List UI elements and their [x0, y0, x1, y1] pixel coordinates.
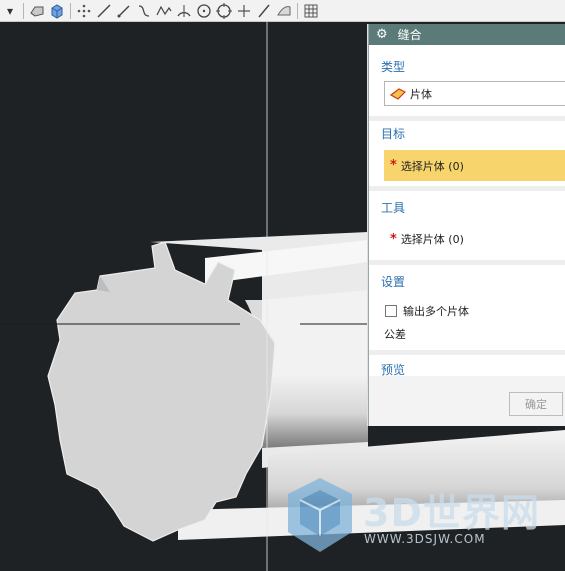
table-grid-icon[interactable] [301, 1, 321, 21]
line-icon[interactable] [254, 1, 274, 21]
section-divider [369, 186, 565, 191]
checkbox-box[interactable] [385, 305, 397, 317]
point-set-icon[interactable] [74, 1, 94, 21]
section-divider [369, 350, 565, 355]
line-icon[interactable] [114, 1, 134, 21]
tool-select-sheet[interactable]: * 选择片体 (0) [384, 224, 565, 254]
toolbar: ▾ [0, 0, 565, 22]
curve-feature-icon[interactable] [274, 1, 294, 21]
section-divider [369, 116, 565, 121]
output-multiple-sheets-checkbox[interactable]: 输出多个片体 [385, 303, 469, 319]
tool-selection-label: 选择片体 (0) [400, 233, 464, 246]
dialog-title: 缝合 [397, 28, 422, 42]
spline-icon[interactable] [134, 1, 154, 21]
toolbar-separator [297, 2, 298, 19]
target-selection-label: 选择片体 (0) [400, 159, 464, 173]
cube-icon[interactable] [47, 1, 67, 21]
required-asterisk-icon: * [390, 158, 397, 173]
dialog-title-bar[interactable]: ⚙ 缝合 [369, 24, 565, 45]
tolerance-label: 公差 [384, 328, 406, 341]
arc-icon[interactable] [174, 1, 194, 21]
type-section-heading[interactable]: 类型 [381, 58, 405, 75]
circle-icon[interactable] [194, 1, 214, 21]
section-divider [369, 260, 565, 265]
toolbar-separator [23, 2, 24, 19]
type-value: 片体 [410, 87, 432, 101]
preview-section-heading[interactable]: 预览 [381, 361, 405, 378]
target-select-sheet[interactable]: * 选择片体 (0) [384, 150, 565, 181]
toolbar-separator [70, 2, 71, 19]
required-asterisk-icon: * [390, 231, 397, 247]
watermark-url: WWW.3DSJW.COM [364, 532, 486, 546]
circle-center-icon[interactable] [214, 1, 234, 21]
line-icon[interactable] [94, 1, 114, 21]
shaded-block-icon[interactable] [27, 1, 47, 21]
sheet-body-icon [390, 87, 406, 101]
type-select[interactable]: 片体 [384, 81, 565, 106]
studio-spline-icon[interactable] [154, 1, 174, 21]
ok-button[interactable]: 确定 [509, 392, 563, 416]
dropdown-arrow-icon[interactable]: ▾ [0, 1, 20, 21]
settings-section-heading[interactable]: 设置 [381, 273, 405, 290]
tool-section-heading[interactable]: 工具 [381, 199, 405, 216]
watermark-brand: 3D世界网 [363, 491, 540, 535]
sew-dialog: ⚙ 缝合 类型 片体 目标 * 选择片体 (0) 工具 * 选择片体 (0) 设… [368, 24, 565, 426]
cross-point-icon[interactable] [234, 1, 254, 21]
gear-icon[interactable]: ⚙ [376, 27, 388, 42]
checkbox-label: 输出多个片体 [403, 305, 469, 318]
target-section-heading[interactable]: 目标 [381, 125, 405, 142]
